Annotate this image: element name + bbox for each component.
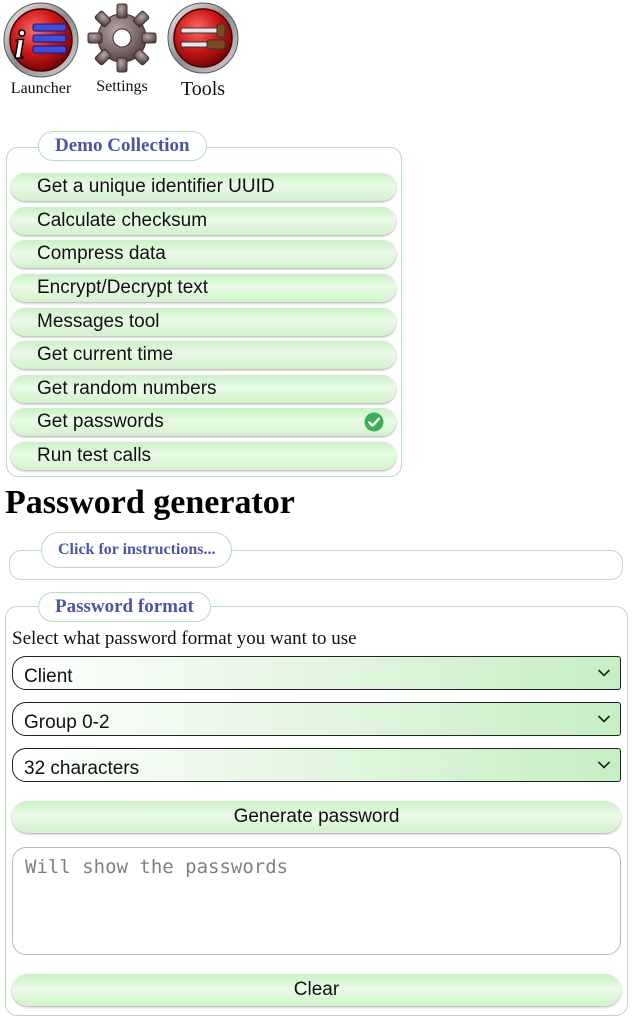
tools-label: Tools [180,78,226,100]
group-select[interactable]: Group 0-2 [12,702,621,736]
gear-icon [87,3,157,73]
password-format-description: Select what password format you want to … [12,628,357,649]
menu-item-messages[interactable]: Messages tool [11,308,396,336]
settings-button[interactable]: Settings [84,2,160,96]
demo-collection-legend: Demo Collection [38,131,207,161]
menu-item-time[interactable]: Get current time [11,341,396,369]
settings-label: Settings [96,78,148,95]
chevron-down-icon [597,761,611,769]
launcher-icon: i [3,2,79,78]
page-title: Password generator [5,484,295,521]
length-select[interactable]: 32 characters [12,748,621,782]
chevron-down-icon [597,715,611,723]
check-circle-icon [364,412,384,432]
menu-item-encrypt[interactable]: Encrypt/Decrypt text [11,274,396,302]
launcher-label: Launcher [10,80,72,97]
chevron-down-icon [597,669,611,677]
clear-button[interactable]: Clear [12,974,621,1006]
menu-item-test-calls[interactable]: Run test calls [11,442,396,470]
format-select-value: Client [24,666,73,687]
svg-text:i: i [14,22,25,67]
tools-button[interactable]: Tools [165,2,241,101]
menu-item-label: Calculate checksum [37,210,208,231]
menu-item-label: Encrypt/Decrypt text [37,277,209,298]
menu-item-random[interactable]: Get random numbers [11,375,396,403]
launcher-button[interactable]: i Launcher [2,2,80,98]
group-select-value: Group 0-2 [24,712,110,733]
top-toolbar: i Launcher Settings Tools [0,0,633,110]
menu-item-label: Get passwords [37,411,164,432]
tools-icon [167,2,239,74]
password-output[interactable] [12,847,621,955]
format-select[interactable]: Client [12,656,621,690]
menu-item-label: Get a unique identifier UUID [37,176,275,197]
menu-item-label: Compress data [37,243,166,264]
instructions-toggle[interactable]: Click for instructions... [41,532,233,568]
menu-item-label: Get current time [37,344,174,365]
length-select-value: 32 characters [24,758,140,779]
menu-item-checksum[interactable]: Calculate checksum [11,207,396,235]
menu-item-uuid[interactable]: Get a unique identifier UUID [11,173,396,201]
menu-item-compress[interactable]: Compress data [11,240,396,268]
menu-item-label: Get random numbers [37,378,217,399]
menu-item-label: Run test calls [37,445,152,466]
menu-item-passwords[interactable]: Get passwords [11,408,396,436]
generate-password-button[interactable]: Generate password [12,801,621,833]
menu-item-label: Messages tool [37,311,160,332]
password-format-legend: Password format [38,592,211,622]
